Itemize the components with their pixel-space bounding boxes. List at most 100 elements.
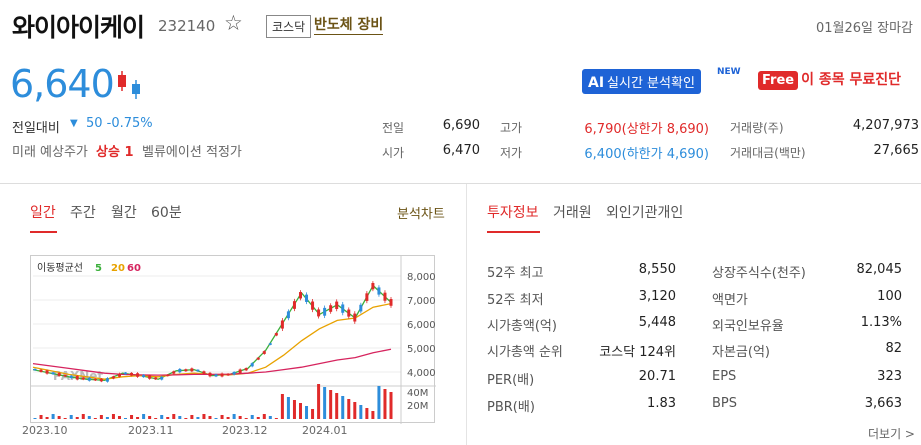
- invest-left-value-0: 8,550: [638, 262, 676, 277]
- ma-legend-20: 20: [111, 263, 125, 274]
- volume-bar: [238, 416, 242, 419]
- invest-right-label-5: BPS: [712, 396, 738, 411]
- candle-body: [280, 320, 284, 329]
- sector-link[interactable]: 반도체 장비: [314, 14, 384, 35]
- volume-bar: [365, 408, 369, 419]
- candle-body: [39, 369, 43, 372]
- volume-bar: [280, 394, 284, 419]
- volume-bar: [256, 417, 260, 419]
- y-tick-label: 4,000: [407, 368, 436, 379]
- candle-body: [347, 309, 351, 317]
- candle-body: [154, 377, 158, 380]
- candle-body: [286, 311, 290, 319]
- candle-body: [190, 368, 194, 372]
- future-price-value[interactable]: 상승 1: [96, 141, 134, 160]
- volume-bar: [39, 415, 43, 419]
- invest-left-label-3: 시가총액 순위: [487, 345, 563, 360]
- volume-bar: [244, 418, 248, 419]
- candle-body: [377, 287, 381, 295]
- analysis-chart-link[interactable]: 분석차트: [397, 203, 445, 222]
- volume-bar: [117, 416, 121, 419]
- ai-analysis-button[interactable]: AI 실시간 분석확인: [582, 69, 701, 94]
- star-outline-icon[interactable]: ☆: [224, 13, 243, 34]
- candle-body: [166, 374, 170, 377]
- volume-bar: [87, 416, 91, 419]
- low-value: 6,400(하한가 4,690): [584, 147, 709, 162]
- candle-body: [63, 374, 67, 377]
- volume-bar: [262, 414, 266, 419]
- stock-chart[interactable]: 8,000 7,000 6,000 5,000 4,000 이동평균선 5 20 60 PAXNe…: [30, 255, 436, 424]
- tab-weekly[interactable]: 주간: [70, 202, 96, 222]
- candle-body: [305, 294, 309, 302]
- candle-body: [196, 369, 200, 372]
- candle-body: [184, 369, 188, 372]
- section-divider: [0, 183, 921, 184]
- volume-bar: [51, 414, 55, 419]
- candle-body: [142, 374, 146, 378]
- valuation-label: 벨류에이션: [142, 145, 202, 160]
- candle-body: [256, 357, 260, 360]
- invest-right-value-0: 82,045: [856, 262, 903, 277]
- prev-close-label: 전일: [382, 121, 405, 135]
- candle-body: [81, 377, 85, 380]
- invest-left-value-2: 5,448: [638, 315, 676, 330]
- valuation-value[interactable]: 적정가: [206, 141, 242, 160]
- volume-bar: [57, 416, 61, 419]
- candle-body: [75, 376, 79, 380]
- tab-60min[interactable]: 60분: [151, 202, 182, 222]
- tab-daily-underline: [30, 231, 57, 233]
- tab-daily[interactable]: 일간: [30, 202, 56, 222]
- candle-body: [389, 299, 393, 306]
- new-badge: NEW: [717, 67, 741, 77]
- volume-bar: [341, 396, 345, 419]
- volume-bar: [124, 418, 128, 419]
- invest-left-value-4: 20.71: [638, 369, 676, 384]
- tab-monthly[interactable]: 월간: [111, 202, 137, 222]
- volume-bar: [81, 414, 85, 419]
- candle-body: [262, 351, 266, 354]
- more-link[interactable]: 더보기 >: [868, 425, 915, 442]
- invest-left-value-1: 3,120: [638, 289, 676, 304]
- ma-legend-label: 이동평균선: [37, 262, 83, 274]
- tab-brokers[interactable]: 거래원: [553, 202, 592, 222]
- free-badge: Free: [758, 71, 799, 90]
- market-status: 01월26일 장마감: [815, 21, 913, 36]
- x-tick-label: 2023.11: [128, 424, 174, 437]
- candle-body: [383, 292, 387, 301]
- candle-body: [317, 309, 321, 317]
- candle-body: [45, 370, 49, 374]
- y-tick-label: 5,000: [407, 344, 436, 355]
- volume-bar: [377, 386, 381, 419]
- vol-tick-label: 20M: [407, 401, 428, 412]
- candle-body: [172, 371, 176, 374]
- volume-bar: [226, 417, 230, 419]
- invest-right-value-1: 100: [877, 289, 902, 304]
- chart-svg: 8,0007,0006,0005,0004,000이동평균선 5 20 60PAXNe…: [31, 256, 436, 424]
- candle-body: [292, 301, 296, 309]
- current-price: 6,640: [10, 62, 115, 106]
- candle-body: [274, 333, 278, 336]
- tab-invest-info[interactable]: 투자정보: [487, 202, 539, 222]
- y-tick-label: 7,000: [407, 296, 436, 307]
- ai-prefix: AI: [588, 75, 605, 91]
- candle-body: [311, 301, 315, 310]
- candle-body: [178, 368, 182, 373]
- candle-body: [93, 378, 97, 381]
- high-label: 고가: [500, 121, 523, 135]
- volume-bar: [130, 415, 134, 419]
- candle-body: [33, 368, 37, 371]
- volume-bar: [274, 418, 278, 419]
- ma-legend-5: 5: [95, 263, 102, 274]
- candle-body: [323, 307, 327, 316]
- amount-label: 거래대금(백만): [730, 146, 806, 160]
- invest-right-value-2: 1.13%: [860, 315, 902, 330]
- candle-body: [232, 371, 236, 375]
- tab-investors[interactable]: 외인기관개인: [606, 202, 683, 222]
- volume-bar: [178, 416, 182, 419]
- open-value: 6,470: [442, 143, 480, 158]
- volume-bar: [311, 409, 315, 419]
- candle-body: [353, 313, 357, 322]
- free-diagnosis-button[interactable]: Free 이 종목 무료진단: [758, 69, 901, 90]
- y-tick-label: 8,000: [407, 272, 436, 283]
- volume-bar: [359, 405, 363, 419]
